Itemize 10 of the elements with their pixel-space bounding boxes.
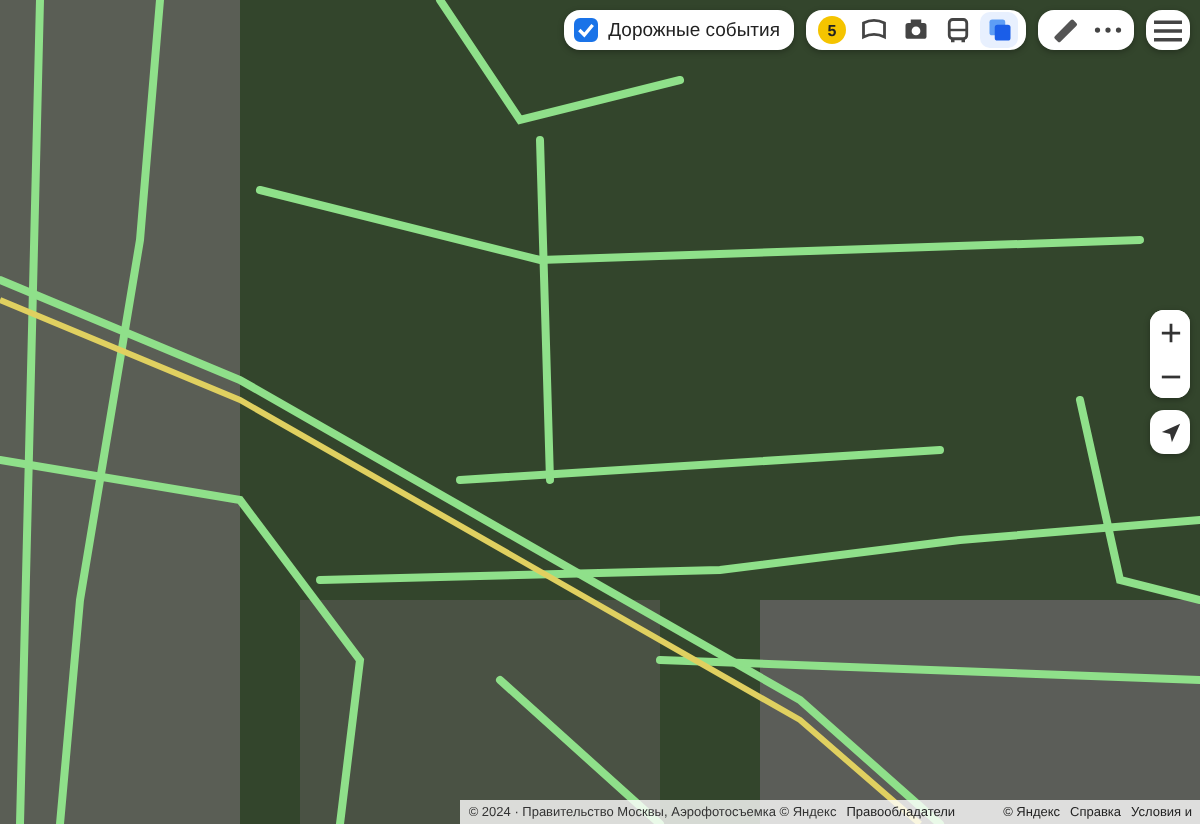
plus-icon [1159, 321, 1181, 343]
checkbox[interactable] [574, 18, 599, 42]
locate-button[interactable] [1150, 410, 1190, 454]
layers-icon[interactable] [980, 12, 1018, 48]
location-arrow-icon [1159, 421, 1181, 443]
menu-icon [1154, 19, 1182, 41]
traffic-score-badge[interactable]: 5 [818, 16, 846, 44]
traffic-events-label: Дорожные события [608, 19, 780, 41]
menu-button[interactable] [1146, 10, 1190, 50]
traffic-events-toggle[interactable]: Дорожные события [564, 10, 794, 50]
